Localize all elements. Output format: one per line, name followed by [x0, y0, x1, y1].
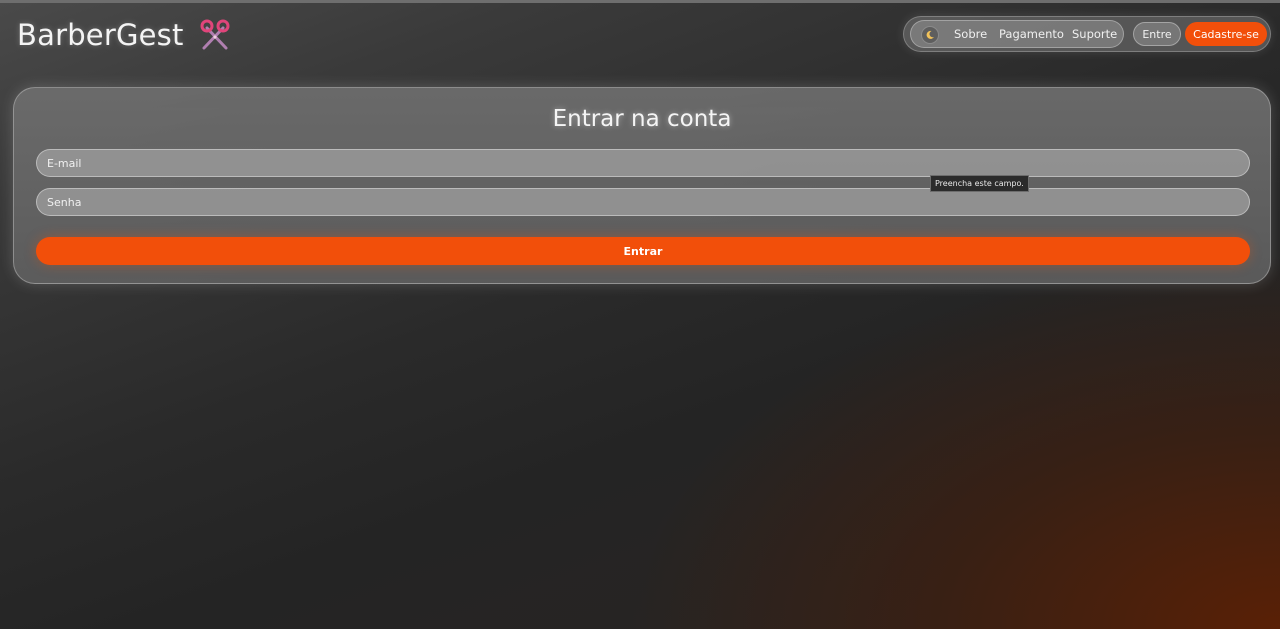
login-card: Entrar na conta Preencha este campo. Ent… [13, 87, 1271, 284]
nav-link-sobre[interactable]: Sobre [954, 27, 987, 41]
login-button[interactable]: Entre [1133, 22, 1181, 46]
password-field[interactable] [36, 188, 1250, 216]
validation-tooltip: Preencha este campo. [930, 175, 1029, 192]
brand[interactable]: BarberGest [17, 15, 232, 55]
top-nav: Sobre Pagamento Suporte Entre Cadastre-s… [903, 16, 1271, 52]
nav-links-group: Sobre Pagamento Suporte [910, 20, 1124, 48]
moon-icon[interactable] [921, 26, 939, 44]
nav-link-suporte[interactable]: Suporte [1072, 27, 1117, 41]
signup-button[interactable]: Cadastre-se [1185, 22, 1267, 46]
top-border [0, 0, 1280, 3]
brand-title: BarberGest [17, 18, 184, 52]
scissors-icon [198, 18, 232, 52]
nav-link-pagamento[interactable]: Pagamento [999, 27, 1064, 41]
login-title: Entrar na conta [552, 106, 732, 132]
submit-button[interactable]: Entrar [36, 237, 1250, 265]
email-field[interactable] [36, 149, 1250, 177]
